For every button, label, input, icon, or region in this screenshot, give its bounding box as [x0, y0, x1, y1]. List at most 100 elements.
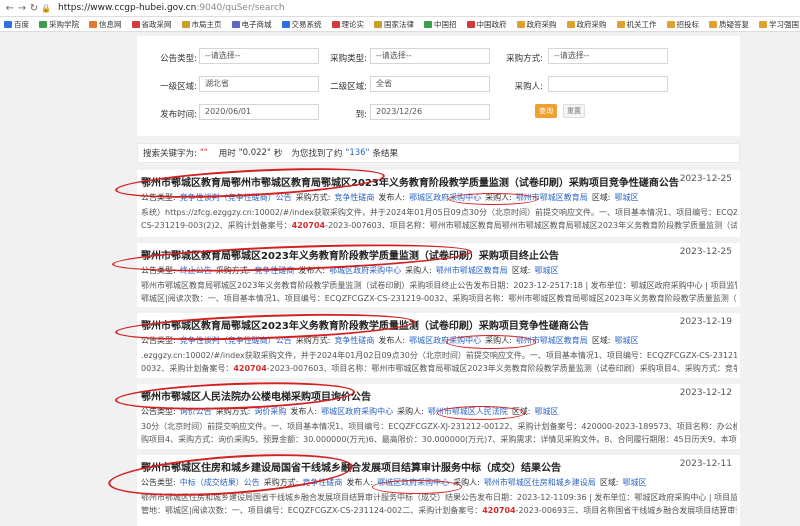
bookmark-item[interactable]: 质疑答复 — [709, 19, 749, 30]
purchase-method-select[interactable]: --请选择-- — [548, 48, 668, 64]
meta-method-link[interactable]: 竞争性磋商 — [254, 265, 294, 276]
result-meta: 公告类型: 竞争性谈判（竞争性磋商）公告 采购方式: 竞争性磋商 发布人: 鄂城… — [141, 335, 639, 346]
meta-region-link[interactable]: 鄂城区 — [615, 192, 639, 203]
result-date: 2023-12-25 — [679, 174, 732, 184]
bookmark-item[interactable]: 信息网 — [89, 19, 122, 30]
bookmark-item[interactable]: 采购学院 — [39, 19, 79, 30]
highlight-text: 420704 — [291, 221, 326, 230]
bookmark-icon — [281, 20, 290, 28]
reload-icon[interactable]: ↻ — [28, 3, 40, 14]
notice-type-select[interactable]: --请选择-- — [199, 48, 319, 64]
result-date: 2023-12-12 — [679, 388, 732, 398]
result-item: 鄂州市鄂城区教育局鄂城区2023年义务教育阶段教学质量监测（试卷印刷）采购项目竞… — [137, 313, 740, 378]
back-icon[interactable]: ← — [4, 3, 16, 14]
bookmark-icon — [4, 20, 12, 28]
notice-type-label: 公告类型: — [160, 54, 197, 64]
screen: ← → ↻ 🔒 https://www.ccgp-hubei.gov.cn:90… — [0, 0, 800, 526]
meta-buyer-link[interactable]: 鄂州市鄂城区住房和城乡建设局 — [484, 477, 596, 488]
bookmark-label: 省政采网 — [141, 19, 172, 29]
meta-buyer-label: 采购人: — [453, 478, 480, 487]
result-title-link[interactable]: 鄂州市鄂城区教育局鄂州市鄂城区教育局鄂城区2023年义务教育阶段教学质量监测（试… — [141, 174, 679, 189]
bookmark-item[interactable]: 理论实 — [331, 19, 364, 30]
found-prefix: 为您找到了约 — [291, 149, 343, 159]
keyword-value: "" — [199, 148, 208, 158]
bookmark-icon — [374, 20, 382, 28]
meta-region-link[interactable]: 鄂城区 — [623, 477, 647, 488]
meta-publisher-link[interactable]: 鄂城区政府采购中心 — [329, 265, 401, 276]
meta-type-link[interactable]: 竞争性谈判（竞争性磋商）公告 — [180, 335, 292, 346]
meta-region-link[interactable]: 鄂城区 — [615, 335, 639, 346]
meta-buyer-link[interactable]: 鄂州市鄂城区教育局 — [516, 192, 588, 203]
bookmark-item[interactable]: 交易系统 — [281, 19, 322, 30]
result-title-link[interactable]: 鄂州市鄂城区住房和城乡建设局国省干线城乡融合发展项目结算审计服务中标（成交）结果… — [141, 459, 561, 474]
bookmark-item[interactable]: 政府采购 — [516, 19, 557, 30]
bookmark-item[interactable]: 学习强国 — [759, 19, 799, 30]
bookmark-item[interactable]: 百度 — [4, 19, 29, 30]
bookmark-item[interactable]: 政府采购 — [566, 19, 607, 30]
snippet-text: -2023-007603、项目名称：鄂州市鄂城区教育局鄂城区2023年义务教育阶… — [266, 364, 737, 373]
bookmark-item[interactable]: 中国政府 — [466, 19, 507, 30]
bookmark-item[interactable]: 招投标 — [666, 19, 699, 30]
snippet-text: -2023-00693三、项目名称国省干线城乡融合发展项目结算审计服务四、中 — [515, 506, 737, 515]
to-label: 到: — [355, 110, 367, 120]
result-title-link[interactable]: 鄂州市鄂城区教育局鄂城区2023年义务教育阶段教学质量监测（试卷印刷）采购项目终… — [141, 247, 559, 262]
snippet-text: CS-231219-003(2)2、采购计划备案号： — [141, 221, 292, 230]
reset-button[interactable]: 重置 — [563, 104, 585, 118]
meta-publisher-link[interactable]: 鄂城区政府采购中心 — [409, 335, 481, 346]
meta-method-link[interactable]: 竞争性磋商 — [302, 477, 342, 488]
meta-region-label: 区域: — [511, 266, 531, 275]
result-snippet: 系统）https://zfcg.ezggzy.cn:10002/#/index获… — [141, 206, 737, 232]
meta-buyer-label: 采购人: — [405, 266, 432, 275]
result-title-link[interactable]: 鄂州市鄂城区教育局鄂城区2023年义务教育阶段教学质量监测（试卷印刷）采购项目竞… — [141, 317, 589, 332]
bookmark-icon — [231, 20, 240, 28]
forward-icon[interactable]: → — [16, 3, 28, 14]
meta-buyer-link[interactable]: 鄂州市鄂城区人民法院 — [428, 406, 508, 417]
snippet-line: 鄂州市鄂城区教育局鄂城区2023年义务教育阶段教学质量监测（试卷印刷）采购项目终… — [141, 281, 737, 290]
date-from-input[interactable]: 2020/06/01 — [199, 104, 319, 120]
highlight-text: 420704 — [482, 506, 516, 515]
snippet-line: 鄂城区|阅读次数：一、项目基本情况1、项目编号：ECQZFCGZX-CS-231… — [141, 292, 737, 305]
meta-buyer-label: 采购人: — [397, 407, 424, 416]
snippet-line: 30分（北京时间）前提交响应文件。一、项目基本情况1、项目编号：ECQZFCGZ… — [141, 422, 737, 431]
meta-method-label: 采购方式: — [295, 193, 331, 202]
meta-buyer-link[interactable]: 鄂州市鄂城区教育局 — [516, 335, 588, 346]
meta-type-link[interactable]: 终止公告 — [180, 265, 212, 276]
bookmark-label: 电子商城 — [241, 19, 272, 29]
result-meta: 公告类型: 中标（成交结果）公告 采购方式: 竞争性磋商 发布人: 鄂城区政府采… — [141, 477, 647, 488]
meta-type-link[interactable]: 中标（成交结果）公告 — [180, 477, 260, 488]
time-unit: 秒 — [273, 149, 283, 159]
meta-publisher-link[interactable]: 鄂城区政府采购中心 — [321, 406, 393, 417]
bookmark-item[interactable]: 电子商城 — [231, 19, 272, 30]
bookmark-icon — [131, 20, 140, 28]
date-to-input[interactable]: 2023/12/26 — [370, 104, 490, 120]
meta-type-link[interactable]: 询价公告 — [180, 406, 212, 417]
bookmark-item[interactable]: 市局主页 — [181, 19, 222, 30]
meta-publisher-link[interactable]: 鄂城区政府采购中心 — [409, 192, 481, 203]
result-snippet: 鄂州市鄂城区教育局鄂城区2023年义务教育阶段教学质量监测（试卷印刷）采购项目终… — [141, 279, 737, 305]
meta-region-link[interactable]: 鄂城区 — [535, 406, 559, 417]
search-button[interactable]: 查询 — [535, 104, 557, 118]
purchase-type-select[interactable]: --请选择-- — [370, 48, 490, 64]
bookmark-item[interactable]: 省政采网 — [131, 19, 172, 30]
bookmark-item[interactable]: 中国招 — [424, 19, 457, 30]
meta-type-label: 公告类型: — [141, 193, 176, 202]
region1-select[interactable]: 湖北省 — [199, 76, 319, 92]
result-title-link[interactable]: 鄂州市鄂城区人民法院办公楼电梯采购项目询价公告 — [141, 388, 371, 403]
meta-buyer-link[interactable]: 鄂州市鄂城区教育局 — [436, 265, 508, 276]
bookmark-item[interactable]: 机关工作 — [616, 19, 657, 30]
meta-region-link[interactable]: 鄂城区 — [535, 265, 559, 276]
region2-select[interactable]: 全省 — [370, 76, 490, 92]
meta-publisher-link[interactable]: 鄂城区政府采购中心 — [377, 477, 449, 488]
url-field[interactable]: https://www.ccgp-hubei.gov.cn:9040/quSer… — [58, 3, 285, 13]
meta-method-link[interactable]: 竞争性磋商 — [334, 192, 374, 203]
meta-method-link[interactable]: 竞争性磋商 — [334, 335, 374, 346]
bookmark-item[interactable]: 国家法律 — [374, 19, 414, 30]
purchaser-input[interactable] — [548, 76, 668, 92]
meta-method-link[interactable]: 询价采购 — [254, 406, 286, 417]
bookmark-icon — [566, 20, 575, 28]
meta-type-link[interactable]: 竞争性谈判（竞争性磋商）公告 — [180, 192, 292, 203]
result-item: 鄂州市鄂城区教育局鄂城区2023年义务教育阶段教学质量监测（试卷印刷）采购项目终… — [137, 243, 740, 307]
meta-type-label: 公告类型: — [141, 478, 176, 487]
bookmark-label: 学习强国 — [769, 19, 799, 29]
bookmark-label: 中国政府 — [476, 19, 507, 29]
